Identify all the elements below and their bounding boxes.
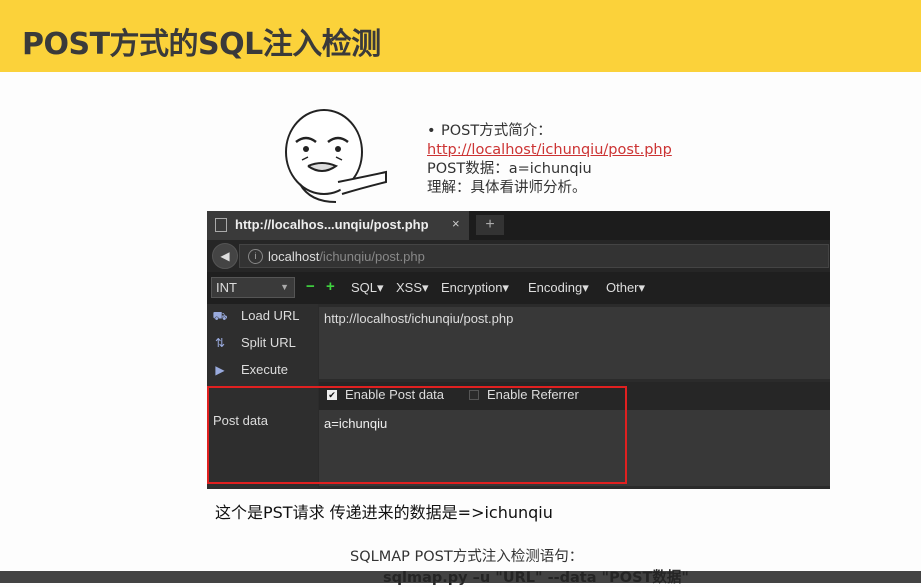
url-path: /ichunqiu/post.php (319, 249, 425, 264)
bullet-icon: • (427, 123, 436, 139)
back-button[interactable]: ◀ (212, 243, 238, 269)
info-icon[interactable]: i (248, 249, 263, 264)
intro-text: • POST方式简介： http://localhost/ichunqiu/pos… (427, 122, 672, 198)
execute-icon: ▶ (215, 363, 225, 377)
type-select[interactable]: INT ▼ (211, 277, 295, 298)
hackbar-toolbar: INT ▼ − + SQL▾ XSS▾ Encryption▾ Encoding▾… (207, 272, 830, 304)
menu-xss[interactable]: XSS▾ (396, 280, 429, 296)
video-bottom-bar (0, 571, 921, 583)
slide-title: POST方式的SQL注入检测 (22, 27, 381, 62)
tab-title: http://localhos...unqiu/post.php (235, 217, 429, 232)
split-url-label: Split URL (241, 335, 296, 350)
execute-button[interactable]: ▶ Execute (211, 362, 288, 377)
url-host: localhost (268, 249, 320, 264)
intro-bullet: POST方式简介： (441, 123, 552, 139)
load-url-icon: ⛟ (212, 309, 228, 323)
navigation-bar: ◀ i localhost/ichunqiu/post.php (207, 240, 830, 272)
decrement-button[interactable]: − (306, 278, 315, 295)
increment-button[interactable]: + (326, 278, 335, 295)
load-url-button[interactable]: ⛟ Load URL (211, 308, 300, 325)
slide-caption: 这个是PST请求 传递进来的数据是=>ichunqiu (215, 503, 553, 522)
url-textarea-value: http://localhost/ichunqiu/post.php (324, 311, 514, 326)
intro-post-data: POST数据：a=ichunqiu (427, 161, 592, 177)
address-bar[interactable]: i localhost/ichunqiu/post.php (239, 244, 829, 268)
close-icon[interactable]: × (452, 216, 460, 231)
page-icon (215, 218, 227, 232)
browser-tab[interactable]: http://localhos...unqiu/post.php × (207, 211, 469, 240)
menu-sql[interactable]: SQL▾ (351, 280, 384, 296)
execute-label: Execute (241, 362, 288, 377)
meme-face-image (285, 109, 387, 203)
slide-header: POST方式的SQL注入检测 (0, 0, 921, 72)
load-url-label: Load URL (241, 308, 300, 323)
new-tab-button[interactable]: + (476, 215, 504, 235)
highlight-box (207, 386, 627, 484)
menu-other[interactable]: Other▾ (606, 280, 645, 296)
tab-bar: http://localhos...unqiu/post.php × + (207, 211, 830, 240)
address-text: localhost/ichunqiu/post.php (268, 249, 425, 264)
dropdown-arrow-icon: ▼ (280, 282, 289, 292)
split-url-icon: ⇅ (214, 336, 226, 350)
intro-link[interactable]: http://localhost/ichunqiu/post.php (427, 142, 672, 158)
url-textarea[interactable]: http://localhost/ichunqiu/post.php (319, 307, 830, 379)
split-url-button[interactable]: ⇅ Split URL (211, 335, 296, 350)
menu-encoding[interactable]: Encoding▾ (528, 280, 589, 296)
menu-encryption[interactable]: Encryption▾ (441, 280, 509, 296)
intro-understanding: 理解：具体看讲师分析。 (427, 180, 587, 196)
type-select-value: INT (216, 280, 237, 295)
sqlmap-title: SQLMAP POST方式注入检测语句： (350, 549, 584, 565)
